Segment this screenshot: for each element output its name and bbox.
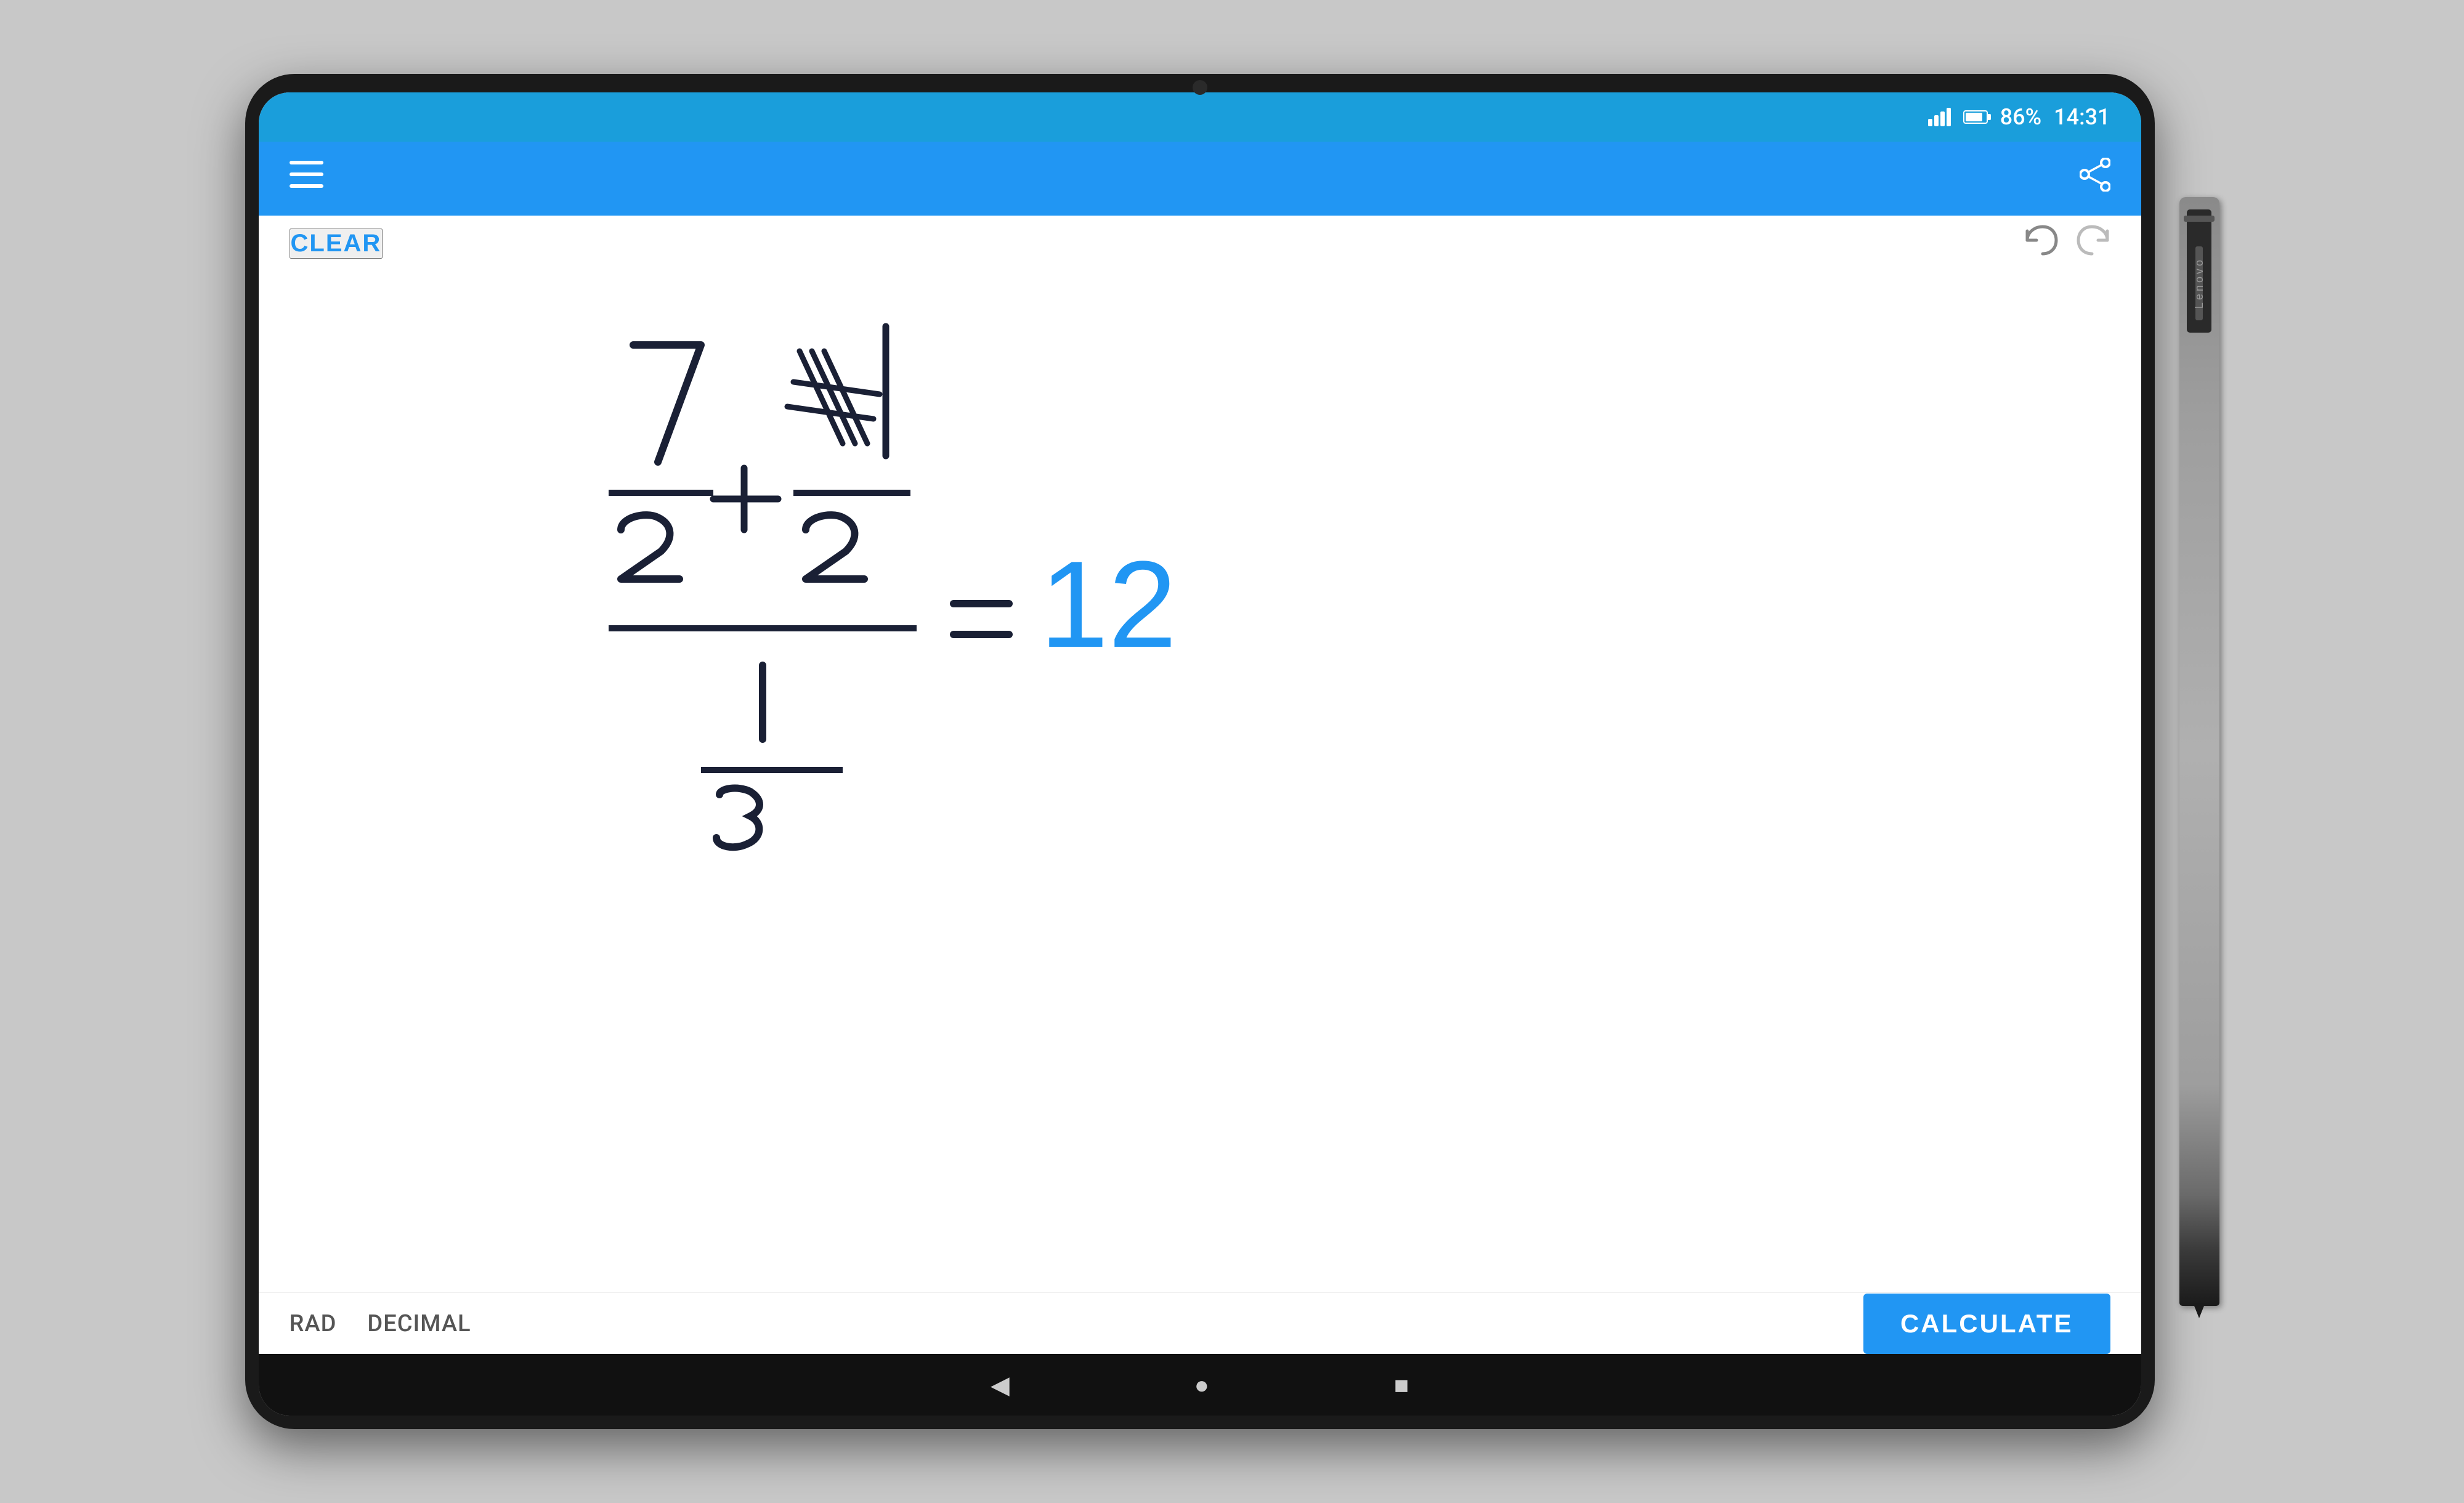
clear-button[interactable]: CLEAR — [290, 229, 383, 259]
handwritten-expression: 12 — [399, 271, 2001, 887]
calculate-button[interactable]: CALCULATE — [1863, 1294, 2110, 1354]
scene: 86% 14:31 — [245, 74, 2219, 1429]
bottom-left-controls: RAD DECIMAL — [290, 1310, 471, 1337]
rad-mode-label[interactable]: RAD — [290, 1310, 337, 1337]
tablet-screen: 86% 14:31 — [259, 92, 2141, 1416]
main-content: CLEAR — [259, 216, 2141, 1354]
top-toolbar: CLEAR — [259, 216, 2141, 271]
app-bar — [259, 142, 2141, 216]
recents-button[interactable]: ■ — [1394, 1371, 1409, 1400]
decimal-mode-label[interactable]: DECIMAL — [367, 1310, 471, 1337]
battery-percentage: 86% — [2000, 104, 2041, 130]
signal-icon — [1928, 108, 1951, 126]
battery-icon — [1963, 110, 1988, 124]
redo-button[interactable] — [2077, 225, 2110, 262]
status-bar: 86% 14:31 — [259, 92, 2141, 142]
time-display: 14:31 — [2054, 104, 2110, 130]
svg-text:12: 12 — [1040, 536, 1177, 673]
hamburger-menu-icon[interactable] — [290, 161, 323, 196]
undo-button[interactable] — [2024, 225, 2058, 262]
tablet-device: 86% 14:31 — [245, 74, 2155, 1429]
battery-fill — [1966, 113, 1983, 121]
canvas-area[interactable]: 12 — [259, 271, 2141, 1292]
stylus-pen: Lenovo — [2179, 197, 2219, 1306]
battery-body — [1963, 110, 1988, 124]
share-icon[interactable] — [2080, 158, 2110, 200]
undo-redo-controls — [2024, 225, 2110, 262]
back-button[interactable]: ◀ — [991, 1371, 1010, 1400]
nav-bar: ◀ ● ■ — [259, 1354, 2141, 1416]
bottom-toolbar: RAD DECIMAL CALCULATE — [259, 1292, 2141, 1354]
home-button[interactable]: ● — [1194, 1371, 1209, 1400]
status-bar-right: 86% 14:31 — [1928, 104, 2110, 130]
